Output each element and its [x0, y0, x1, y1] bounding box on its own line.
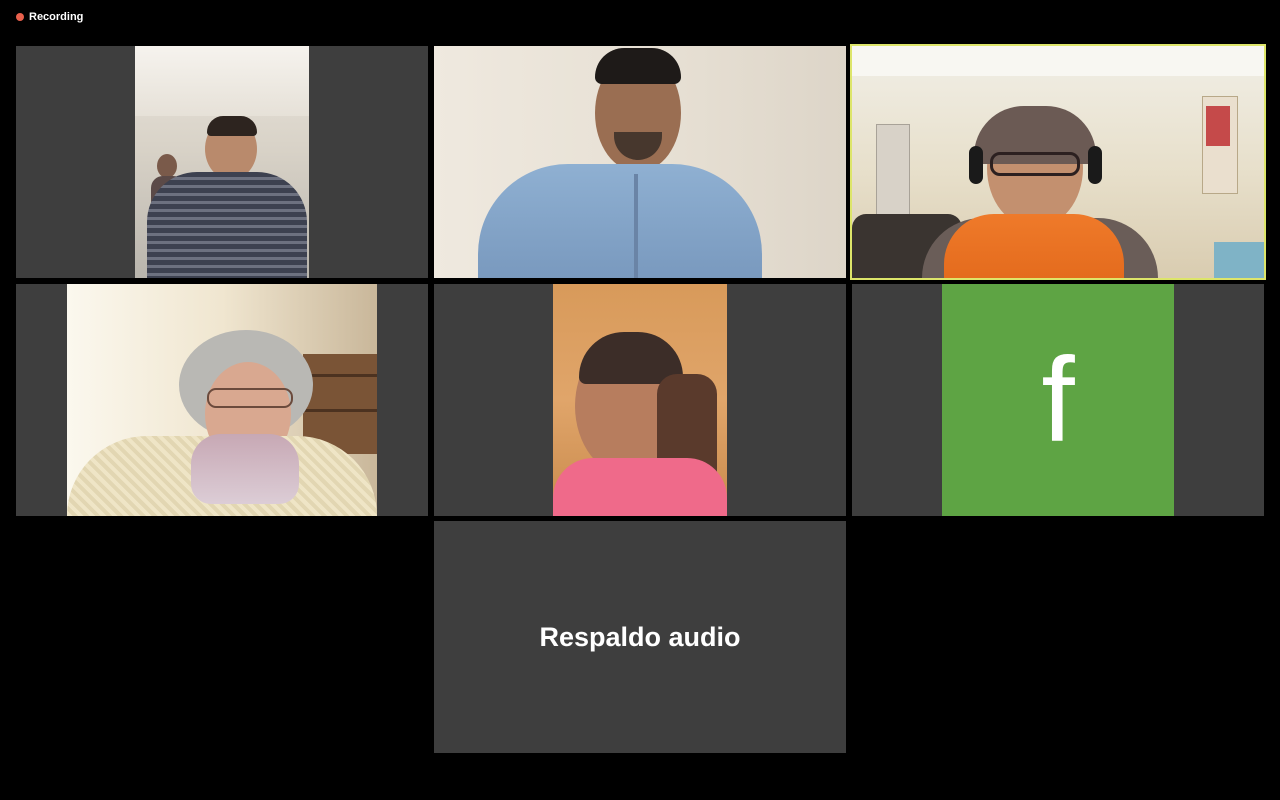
participant-video-1: [135, 46, 309, 278]
participant-name: Respaldo audio: [539, 621, 741, 652]
participant-video-4: [67, 284, 377, 516]
participant-tile-3-active-speaker[interactable]: [850, 44, 1266, 280]
participant-tile-7[interactable]: Respaldo audio: [434, 521, 846, 753]
recording-indicator[interactable]: Recording: [16, 11, 83, 23]
participant-tile-5[interactable]: [434, 284, 846, 516]
participant-tile-4[interactable]: [16, 284, 428, 516]
participant-tile-6[interactable]: f: [852, 284, 1264, 516]
avatar-letter: f: [1041, 333, 1075, 467]
participant-video-5: [553, 284, 727, 516]
participant-avatar: f: [942, 284, 1174, 516]
participant-video-3: [852, 46, 1264, 278]
participant-tile-2[interactable]: [434, 46, 846, 278]
recording-label: Recording: [29, 11, 84, 23]
video-gallery: Recording f Respaldo audio: [0, 0, 1280, 800]
participant-tile-1[interactable]: [16, 46, 428, 278]
record-dot-icon: [16, 13, 24, 21]
participant-video-2: [434, 46, 846, 278]
